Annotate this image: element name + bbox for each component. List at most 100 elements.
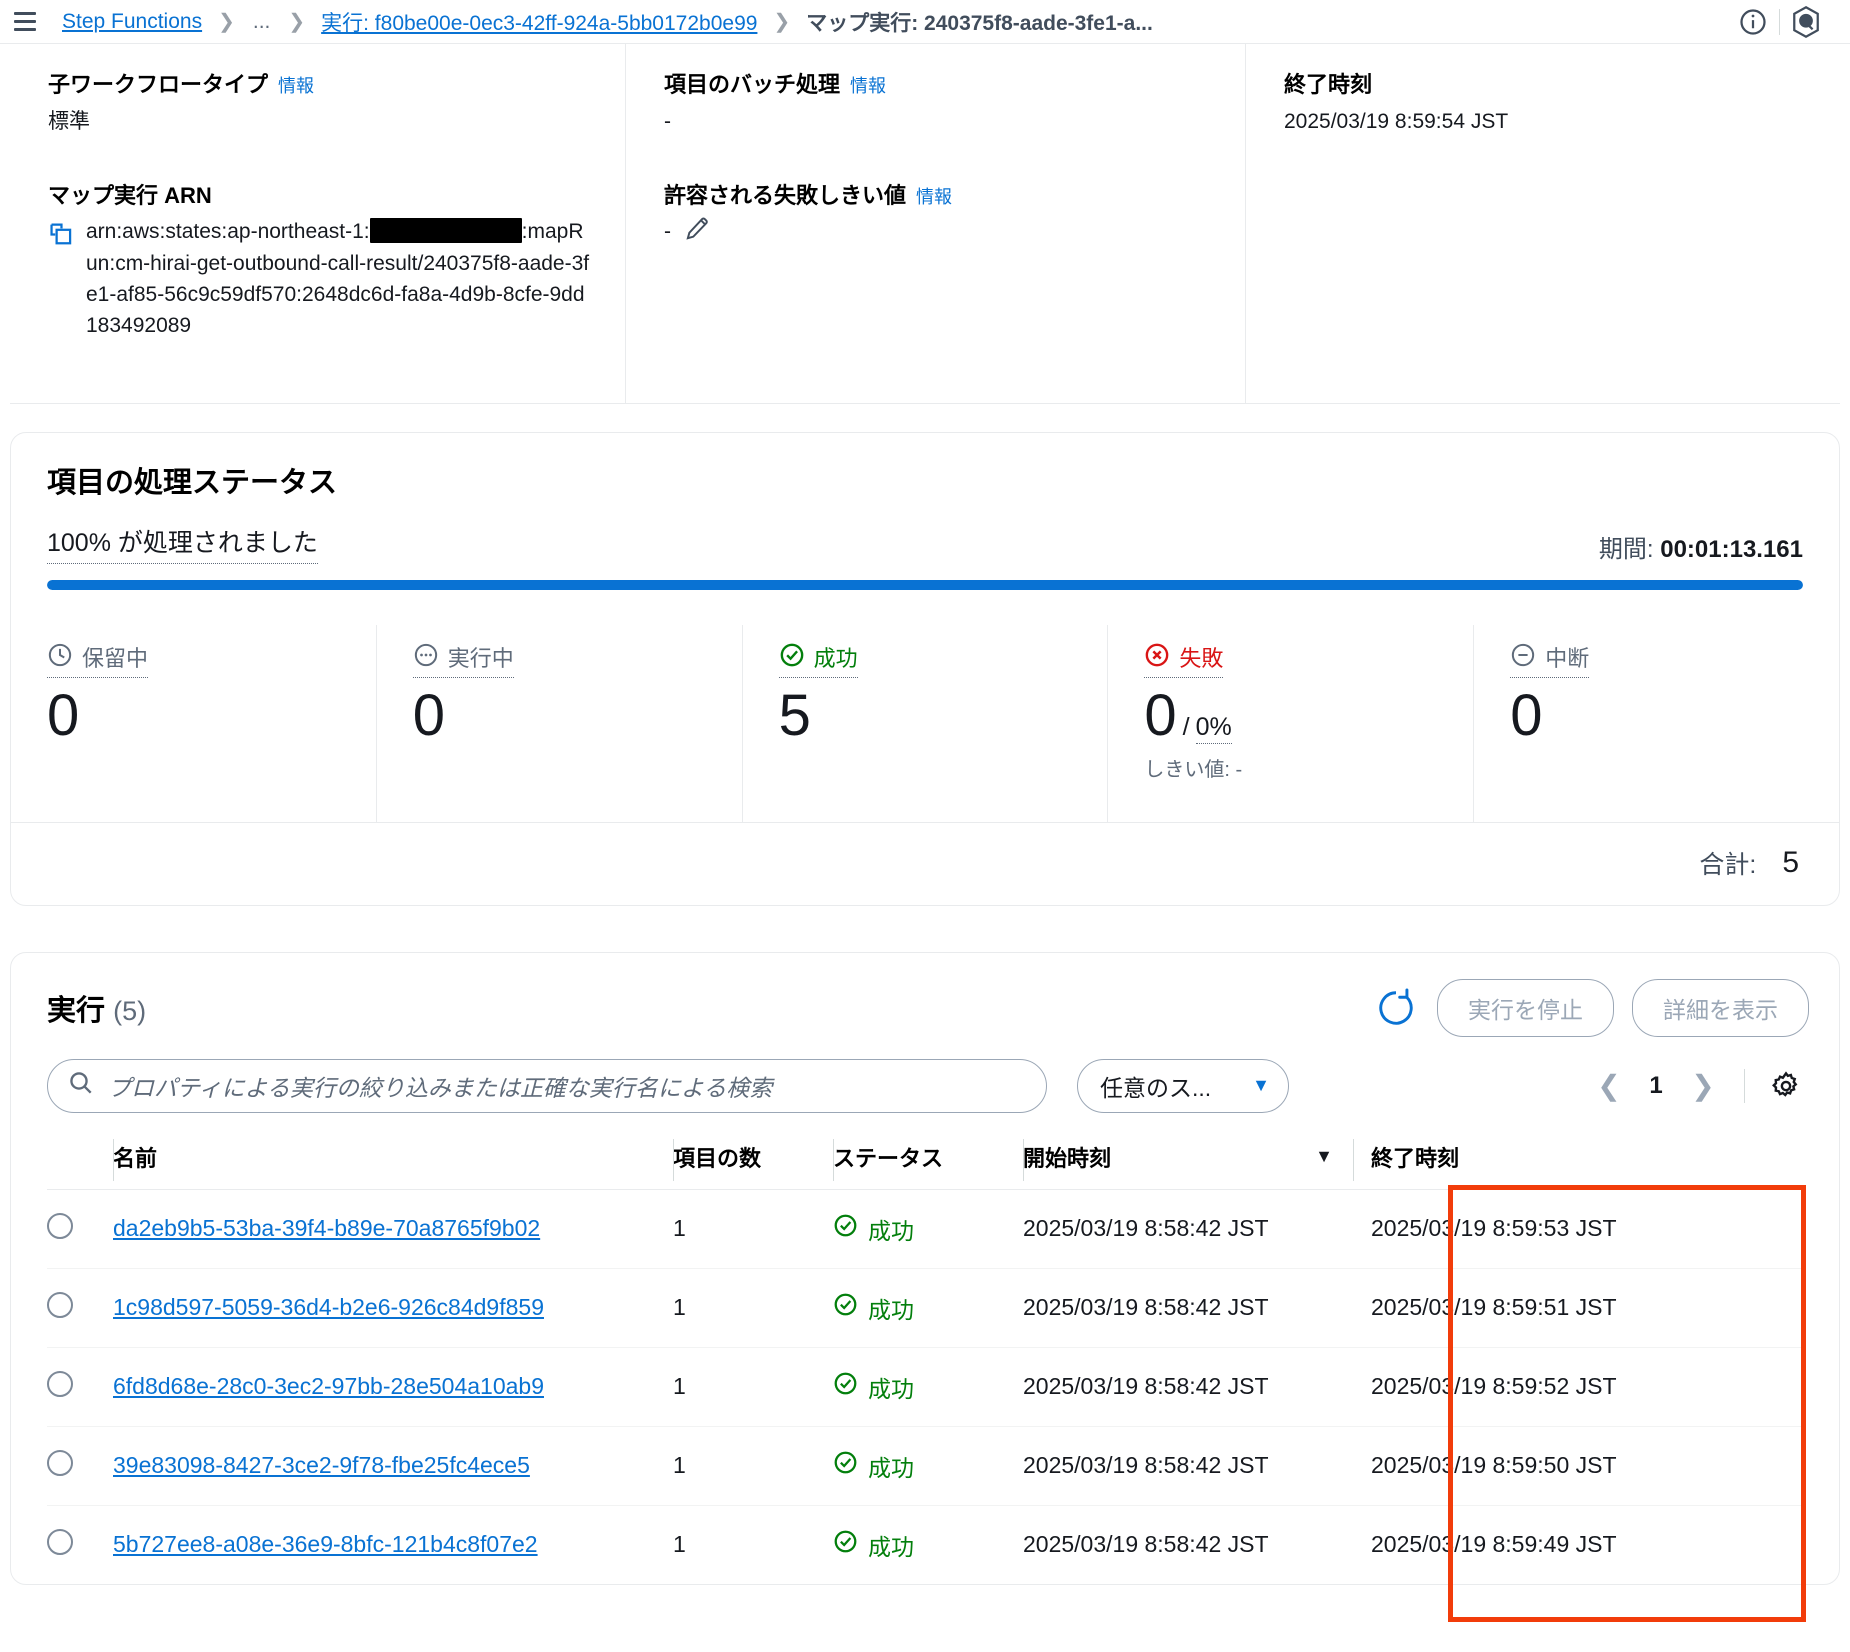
refresh-icon[interactable] [1373,985,1419,1031]
executions-filter-row: プロパティによる実行の絞り込みまたは正確な実行名による検索 任意のス... ▼ … [11,1037,1839,1113]
execution-name-link[interactable]: 6fd8d68e-28c0-3ec2-97bb-28e504a10ab9 [113,1373,544,1399]
th-item-count[interactable]: 項目の数 [673,1130,833,1190]
executions-title: 実行 (5) [47,987,146,1029]
chevron-down-icon: ▼ [1252,1075,1270,1096]
table-row[interactable]: 6fd8d68e-28c0-3ec2-97bb-28e504a10ab9 1 成… [47,1347,1803,1427]
failed-label: 失敗 [1179,646,1224,671]
field-label-text: 子ワークフロータイプ [48,72,269,97]
info-link[interactable]: 情報 [916,187,952,207]
minus-circle-icon [1510,642,1536,673]
succeeded-label-group[interactable]: 成功 [778,641,858,678]
column-divider [1023,1138,1024,1181]
info-link[interactable]: 情報 [278,76,314,96]
column-divider [833,1138,834,1181]
failed-label-group[interactable]: 失敗 [1144,641,1224,678]
row-status-text: 成功 [868,1533,914,1560]
search-icon [68,1070,94,1101]
sort-descending-icon[interactable]: ▼ [1315,1146,1353,1167]
table-row[interactable]: 1c98d597-5059-36d4-b2e6-926c84d9f859 1 成… [47,1268,1803,1348]
row-select-cell [47,1505,113,1584]
aborted-label: 中断 [1545,646,1590,671]
pencil-icon[interactable] [685,218,709,246]
row-end-time-cell: 2025/03/19 8:59:49 JST [1371,1531,1617,1558]
aws-q-hexagon-icon[interactable] [1780,0,1832,44]
failed-percent[interactable]: 0% [1195,713,1232,744]
overview-column-left: 子ワークフロータイプ 情報 標準 マップ実行 ARN arn:aws:states… [10,44,625,403]
execution-name-link[interactable]: 39e83098-8427-3ce2-9f78-fbe25fc4ece5 [113,1452,530,1478]
row-status-cell: 成功 [833,1426,1023,1506]
breadcrumb-item-execution[interactable]: 実行: f80be00e-0ec3-42ff-924a-5bb0172b0e99 [321,7,757,37]
execution-name-link[interactable]: 5b727ee8-a08e-36e9-8bfc-121b4c8f07e2 [113,1531,538,1557]
clock-icon [47,642,73,673]
field-label-text: 項目のバッチ処理 [664,72,841,97]
row-end-time-cell: 2025/03/19 8:59:50 JST [1353,1426,1803,1506]
breadcrumb-item-map-run: マップ実行: 240375f8-aade-3fe1-a... [806,11,1153,35]
th-start-time-label: 開始時刻 [1023,1145,1112,1171]
row-radio-button[interactable] [47,1449,73,1476]
row-radio-button[interactable] [47,1528,73,1555]
status-filter-select[interactable]: 任意のス... ▼ [1077,1058,1289,1113]
child-workflow-type-label: 子ワークフロータイプ 情報 [48,70,595,100]
breadcrumb-bar-actions [1727,0,1832,44]
failed-percent-group: /0% [1183,713,1232,744]
row-select-cell [47,1426,113,1506]
th-name[interactable]: 名前 [113,1130,673,1190]
check-circle-icon [833,1529,858,1560]
row-status-text: 成功 [868,1296,914,1323]
gear-icon[interactable] [1763,1063,1809,1109]
executions-table: 名前 項目の数 ステータス 開始時刻 ▼ 終了時刻 da2eb9b5-53ba-… [47,1130,1803,1584]
info-link[interactable]: 情報 [850,76,886,96]
table-header-row: 名前 項目の数 ステータス 開始時刻 ▼ 終了時刻 [47,1130,1803,1190]
table-row[interactable]: da2eb9b5-53ba-39f4-b89e-70a8765f9b02 1 成… [47,1189,1803,1269]
row-radio-button[interactable] [47,1212,73,1239]
status-counter-succeeded: 成功 5 [741,625,1108,822]
table-row[interactable]: 5b727ee8-a08e-36e9-8bfc-121b4c8f07e2 1 成… [47,1505,1803,1584]
row-status-cell: 成功 [833,1189,1023,1269]
stop-execution-button[interactable]: 実行を停止 [1437,978,1614,1037]
row-status-cell: 成功 [833,1505,1023,1584]
info-circle-icon[interactable] [1727,0,1779,44]
check-circle-icon [833,1371,858,1402]
execution-name-link[interactable]: 1c98d597-5059-36d4-b2e6-926c84d9f859 [113,1294,544,1320]
row-start-time-cell: 2025/03/19 8:58:42 JST [1023,1426,1353,1506]
item-batching-field: 項目のバッチ処理 情報 - [664,70,1215,137]
execution-name-link[interactable]: da2eb9b5-53ba-39f4-b89e-70a8765f9b02 [113,1215,540,1241]
tolerated-failure-threshold-label: 許容される失敗しきい値 情報 [664,181,1215,211]
breadcrumb-item-step-functions[interactable]: Step Functions [62,10,202,34]
row-status-cell: 成功 [833,1268,1023,1348]
row-radio-button[interactable] [47,1291,73,1318]
chevron-right-icon: ❯ [218,11,235,33]
pending-label: 保留中 [82,646,149,671]
check-circle-icon [779,642,805,673]
table-row[interactable]: 39e83098-8427-3ce2-9f78-fbe25fc4ece5 1 成… [47,1426,1803,1506]
row-start-time-cell: 2025/03/19 8:58:42 JST [1023,1531,1269,1558]
th-start-time[interactable]: 開始時刻 ▼ [1023,1130,1353,1190]
dots-circle-icon [413,642,439,673]
th-end-time[interactable]: 終了時刻 [1353,1130,1803,1190]
child-workflow-type-field: 子ワークフロータイプ 情報 標準 [48,70,595,137]
search-input[interactable]: プロパティによる実行の絞り込みまたは正確な実行名による検索 [47,1058,1047,1113]
copy-icon[interactable] [48,222,74,253]
item-batching-label: 項目のバッチ処理 情報 [664,70,1215,100]
aborted-label-group[interactable]: 中断 [1510,641,1590,678]
percent-processed-text[interactable]: 100% が処理されました [47,523,318,564]
check-circle-icon [833,1292,858,1323]
failed-threshold-note: しきい値: - [1144,758,1243,781]
row-item-count-cell: 1 [673,1426,833,1506]
pending-label-group[interactable]: 保留中 [47,641,149,678]
pagination-prev-button[interactable]: ❮ [1586,1063,1632,1109]
pagination-page-1[interactable]: 1 [1636,1072,1676,1100]
hamburger-icon[interactable] [10,7,40,37]
status-counter-aborted: 中断 0 [1473,625,1839,822]
progress-bar-track [47,580,1803,590]
status-counters: 保留中 0 実行中 0 成功 5 失敗 0 / 0% しきい値: - 中断 0 [11,624,1839,822]
running-label-group[interactable]: 実行中 [412,641,514,678]
pagination-next-button[interactable]: ❯ [1680,1063,1726,1109]
row-end-time-cell: 2025/03/19 8:59:52 JST [1353,1347,1803,1427]
th-status[interactable]: ステータス [833,1130,1023,1190]
view-details-button[interactable]: 詳細を表示 [1632,978,1809,1037]
breadcrumb-item-ellipsis[interactable]: ... [251,10,273,34]
th-item-count-label: 項目の数 [673,1145,762,1171]
map-run-overview-panel: 子ワークフロータイプ 情報 標準 マップ実行 ARN arn:aws:states… [10,44,1840,404]
row-radio-button[interactable] [47,1370,73,1397]
